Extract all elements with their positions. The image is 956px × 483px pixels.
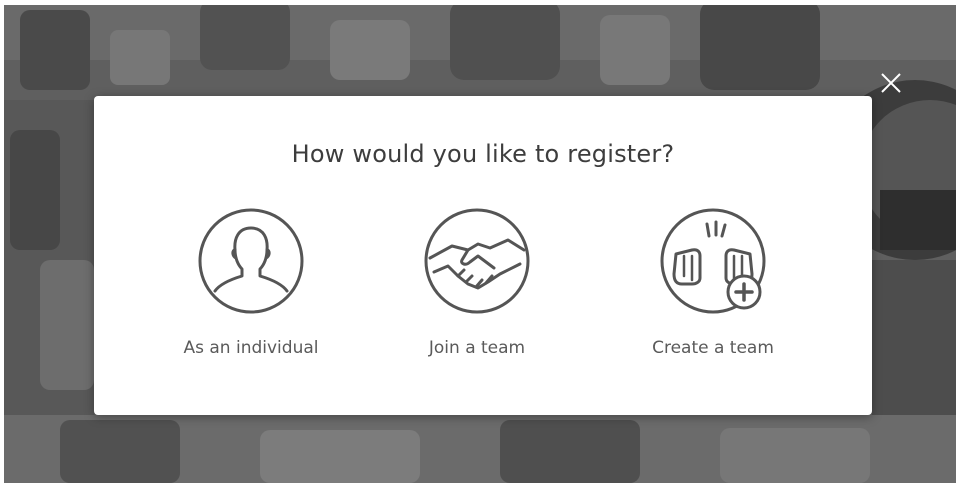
handshake-icon[interactable]	[422, 206, 532, 316]
page-backdrop: How would you like to register? As an in…	[0, 0, 956, 483]
fist-bump-plus-icon[interactable]	[658, 206, 768, 316]
registration-modal: How would you like to register? As an in…	[94, 96, 872, 415]
frame-top-edge	[0, 0, 956, 5]
option-individual-label: As an individual	[183, 338, 319, 358]
close-button[interactable]	[874, 66, 908, 100]
modal-title: How would you like to register?	[291, 140, 675, 168]
option-create-team[interactable]: Create a team	[618, 206, 808, 366]
frame-left-edge	[0, 0, 4, 483]
option-create-team-label: Create a team	[652, 338, 774, 358]
person-icon[interactable]	[196, 206, 306, 316]
option-join-team[interactable]: Join a team	[382, 206, 572, 366]
option-join-team-label: Join a team	[428, 338, 526, 358]
option-individual[interactable]: As an individual	[156, 206, 346, 366]
close-icon[interactable]	[880, 72, 902, 94]
